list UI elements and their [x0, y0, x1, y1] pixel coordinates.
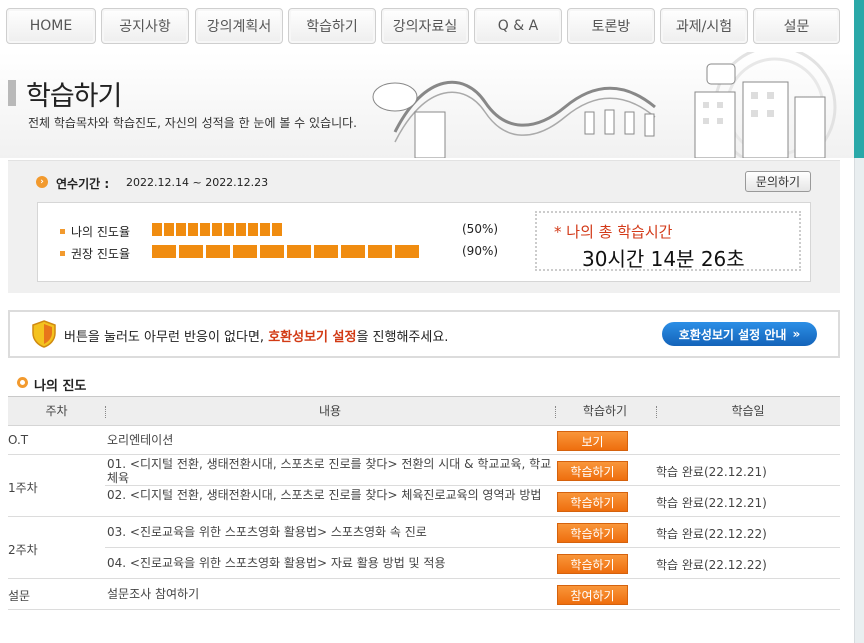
progress-segment — [212, 223, 222, 236]
page-description: 전체 학습목차와 학습진도, 자신의 성적을 한 눈에 볼 수 있습니다. — [28, 116, 358, 130]
row-week: 1주차 — [8, 481, 38, 495]
row-week: 설문 — [8, 589, 31, 603]
row-content: 설문조사 참여하기 — [107, 587, 200, 601]
scrollbar-track[interactable] — [854, 158, 864, 643]
header-action: 학습하기 — [582, 404, 628, 418]
recommended-progress-label: 권장 진도율 — [71, 247, 131, 261]
row-week: 2주차 — [8, 543, 38, 557]
row-date: 학습 완료(22.12.22) — [656, 558, 767, 572]
progress-segment — [287, 245, 311, 258]
shield-icon — [32, 320, 56, 348]
window-edge — [854, 0, 864, 158]
progress-segment — [152, 245, 176, 258]
progress-segment — [395, 245, 419, 258]
recommended-progress-percent: (90%) — [462, 244, 499, 258]
progress-segment — [260, 223, 270, 236]
row-content: 03. <진로교육을 위한 스포츠영화 활용법> 스포츠영화 속 진로 — [107, 525, 427, 539]
notice-text-after: 을 진행해주세요. — [356, 330, 449, 345]
bullet-icon — [60, 229, 65, 234]
row-content: 02. <디지털 전환, 생태전환시대, 스포츠로 진로를 찾다> 체육진로교육… — [107, 488, 542, 502]
total-time-value: 30시간 14분 26초 — [582, 247, 745, 271]
header-content: 내용 — [318, 404, 342, 418]
progress-segment — [224, 223, 234, 236]
nav-study[interactable]: 학습하기 — [288, 8, 376, 44]
total-time-label-text: 나의 총 학습시간 — [566, 223, 673, 241]
study-button[interactable]: 학습하기 — [557, 461, 628, 481]
view-button[interactable]: 보기 — [557, 431, 628, 451]
double-chevron-right-icon: » — [792, 327, 801, 341]
table-header: 주차 내용 학습하기 학습일 — [8, 396, 840, 426]
nav-survey[interactable]: 설문 — [753, 8, 840, 44]
study-button[interactable]: 학습하기 — [557, 492, 628, 512]
title-marker — [8, 80, 16, 106]
progress-segment — [164, 223, 174, 236]
page-title: 학습하기 — [26, 81, 122, 112]
progress-segment — [188, 223, 198, 236]
notice-text: 버튼을 눌러도 아무런 반응이 없다면, 호환성보기 설정을 진행해주세요. — [64, 326, 448, 345]
my-progress-percent: (50%) — [462, 222, 499, 236]
my-progress-row: 나의 진도율 — [60, 223, 159, 240]
compatibility-guide-button[interactable]: 호환성보기 설정 안내 » — [662, 322, 817, 346]
rollercoaster-illustration — [372, 52, 837, 158]
compatibility-guide-label: 호환성보기 설정 안내 — [678, 327, 787, 342]
total-time-label: * 나의 총 학습시간 — [554, 223, 673, 241]
progress-segment — [236, 223, 246, 236]
progress-segment — [368, 245, 392, 258]
study-button[interactable]: 학습하기 — [557, 523, 628, 543]
progress-segment — [176, 223, 186, 236]
row-week: O.T — [8, 433, 29, 447]
table-row: 설문 설문조사 참여하기 참여하기 — [8, 579, 840, 610]
participate-button[interactable]: 참여하기 — [557, 585, 628, 605]
table-row: 01. <디지털 전환, 생태전환시대, 스포츠로 진로를 찾다> 전환의 시대… — [105, 455, 840, 486]
nav-qna[interactable]: Q & A — [474, 8, 562, 44]
nav-discussion[interactable]: 토론방 — [567, 8, 655, 44]
progress-segment — [341, 245, 365, 258]
row-content: 01. <디지털 전환, 생태전환시대, 스포츠로 진로를 찾다> 전환의 시대… — [107, 457, 552, 485]
my-progress-bar — [152, 223, 282, 236]
progress-segment — [314, 245, 338, 258]
row-date: 학습 완료(22.12.22) — [656, 527, 767, 541]
study-button[interactable]: 학습하기 — [557, 554, 628, 574]
table-row: 04. <진로교육을 위한 스포츠영화 활용법> 자료 활용 방법 및 적용 학… — [105, 548, 840, 579]
nav-syllabus[interactable]: 강의계획서 — [195, 8, 283, 44]
recommended-progress-bar — [152, 245, 419, 258]
row-date: 학습 완료(22.12.21) — [656, 465, 767, 479]
progress-segment — [200, 223, 210, 236]
progress-segment — [179, 245, 203, 258]
arrow-circle-icon: › — [36, 176, 48, 188]
progress-table: 주차 내용 학습하기 학습일 O.T 오리엔테이션 보기 1주차 01. <디지… — [8, 396, 840, 610]
top-nav: HOME 공지사항 강의계획서 학습하기 강의자료실 Q & A 토론방 과제/… — [6, 8, 840, 46]
header-week: 주차 — [45, 404, 68, 418]
nav-notice[interactable]: 공지사항 — [101, 8, 189, 44]
progress-segment — [272, 223, 282, 236]
progress-segment — [260, 245, 284, 258]
table-row: 03. <진로교육을 위한 스포츠영화 활용법> 스포츠영화 속 진로 학습하기… — [105, 517, 840, 548]
notice-text-highlight: 호환성보기 설정 — [268, 330, 357, 345]
progress-segment — [248, 223, 258, 236]
header-date: 학습일 — [731, 404, 765, 418]
nav-materials[interactable]: 강의자료실 — [381, 8, 469, 44]
circle-bullet-icon — [17, 377, 28, 388]
my-progress-label: 나의 진도율 — [71, 225, 131, 239]
row-date: 학습 완료(22.12.21) — [656, 496, 767, 510]
table-row: 02. <디지털 전환, 생태전환시대, 스포츠로 진로를 찾다> 체육진로교육… — [105, 486, 840, 517]
progress-segment — [206, 245, 230, 258]
period-label: 연수기간 : — [56, 177, 110, 191]
nav-assignments[interactable]: 과제/시험 — [660, 8, 748, 44]
period-value: 2022.12.14 ~ 2022.12.23 — [126, 176, 269, 189]
section-title: 나의 진도 — [34, 379, 87, 394]
row-content: 오리엔테이션 — [107, 433, 174, 447]
nav-home[interactable]: HOME — [6, 8, 96, 44]
recommended-progress-row: 권장 진도율 — [60, 245, 159, 262]
progress-segment — [233, 245, 257, 258]
progress-segment — [152, 223, 162, 236]
row-content: 04. <진로교육을 위한 스포츠영화 활용법> 자료 활용 방법 및 적용 — [107, 556, 446, 570]
table-row: O.T 오리엔테이션 보기 — [8, 426, 840, 455]
notice-text-before: 버튼을 눌러도 아무런 반응이 없다면, — [64, 330, 269, 345]
bullet-icon — [60, 251, 65, 256]
inquiry-button[interactable]: 문의하기 — [745, 171, 811, 192]
